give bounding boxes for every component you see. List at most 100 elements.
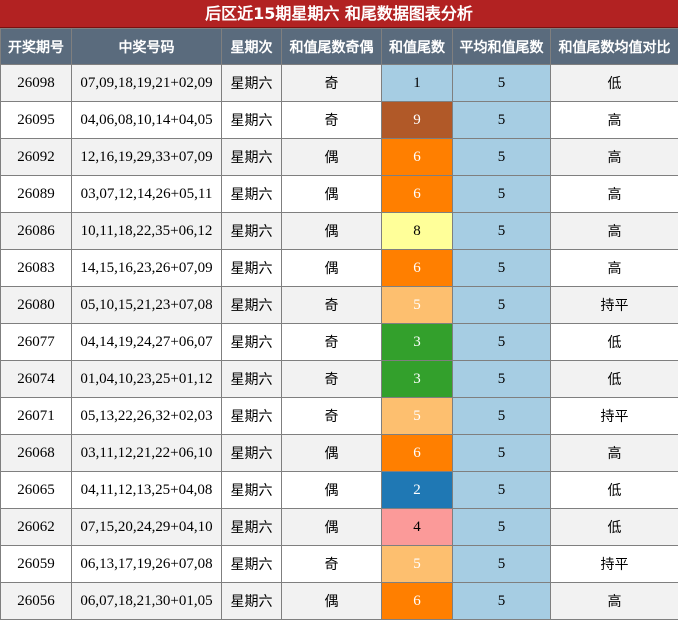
avg-cell: 5 bbox=[453, 361, 551, 398]
issue-cell: 26086 bbox=[1, 213, 72, 250]
numbers-cell: 10,11,18,22,35+06,12 bbox=[72, 213, 222, 250]
tail-cell: 5 bbox=[382, 398, 453, 435]
avg-cell: 5 bbox=[453, 398, 551, 435]
issue-cell: 26083 bbox=[1, 250, 72, 287]
numbers-cell: 12,16,19,29,33+07,09 bbox=[72, 139, 222, 176]
weekday-cell: 星期六 bbox=[222, 65, 282, 102]
table-row: 2609504,06,08,10,14+04,05星期六奇95高 bbox=[1, 102, 678, 139]
tail-cell: 6 bbox=[382, 139, 453, 176]
avg-cell: 5 bbox=[453, 472, 551, 509]
table-row: 2608903,07,12,14,26+05,11星期六偶65高 bbox=[1, 176, 678, 213]
table-row: 2608005,10,15,21,23+07,08星期六奇55持平 bbox=[1, 287, 678, 324]
header-parity: 和值尾数奇偶 bbox=[282, 29, 382, 65]
avg-cell: 5 bbox=[453, 583, 551, 620]
numbers-cell: 04,06,08,10,14+04,05 bbox=[72, 102, 222, 139]
parity-cell: 奇 bbox=[282, 324, 382, 361]
avg-cell: 5 bbox=[453, 287, 551, 324]
table-row: 2607401,04,10,23,25+01,12星期六奇35低 bbox=[1, 361, 678, 398]
parity-cell: 偶 bbox=[282, 250, 382, 287]
compare-cell: 低 bbox=[551, 472, 678, 509]
compare-cell: 高 bbox=[551, 435, 678, 472]
table-row: 2606803,11,12,21,22+06,10星期六偶65高 bbox=[1, 435, 678, 472]
header-issue: 开奖期号 bbox=[1, 29, 72, 65]
parity-cell: 偶 bbox=[282, 176, 382, 213]
numbers-cell: 03,07,12,14,26+05,11 bbox=[72, 176, 222, 213]
tail-cell: 6 bbox=[382, 250, 453, 287]
compare-cell: 高 bbox=[551, 583, 678, 620]
issue-cell: 26056 bbox=[1, 583, 72, 620]
issue-cell: 26089 bbox=[1, 176, 72, 213]
issue-cell: 26065 bbox=[1, 472, 72, 509]
compare-cell: 低 bbox=[551, 65, 678, 102]
numbers-cell: 05,10,15,21,23+07,08 bbox=[72, 287, 222, 324]
data-table: 开奖期号 中奖号码 星期次 和值尾数奇偶 和值尾数 平均和值尾数 和值尾数均值对… bbox=[0, 28, 678, 620]
issue-cell: 26098 bbox=[1, 65, 72, 102]
tail-cell: 3 bbox=[382, 361, 453, 398]
weekday-cell: 星期六 bbox=[222, 324, 282, 361]
table-row: 2605906,13,17,19,26+07,08星期六奇55持平 bbox=[1, 546, 678, 583]
parity-cell: 偶 bbox=[282, 139, 382, 176]
compare-cell: 高 bbox=[551, 176, 678, 213]
table-row: 2606504,11,12,13,25+04,08星期六偶25低 bbox=[1, 472, 678, 509]
weekday-cell: 星期六 bbox=[222, 509, 282, 546]
weekday-cell: 星期六 bbox=[222, 250, 282, 287]
tail-cell: 4 bbox=[382, 509, 453, 546]
tail-cell: 1 bbox=[382, 65, 453, 102]
weekday-cell: 星期六 bbox=[222, 546, 282, 583]
lottery-analysis-table: 后区近15期星期六 和尾数据图表分析 开奖期号 中奖号码 星期次 和值尾数奇偶 … bbox=[0, 0, 678, 618]
tail-cell: 6 bbox=[382, 176, 453, 213]
table-row: 2608610,11,18,22,35+06,12星期六偶85高 bbox=[1, 213, 678, 250]
compare-cell: 高 bbox=[551, 102, 678, 139]
issue-cell: 26080 bbox=[1, 287, 72, 324]
weekday-cell: 星期六 bbox=[222, 435, 282, 472]
numbers-cell: 04,14,19,24,27+06,07 bbox=[72, 324, 222, 361]
avg-cell: 5 bbox=[453, 546, 551, 583]
parity-cell: 奇 bbox=[282, 287, 382, 324]
weekday-cell: 星期六 bbox=[222, 361, 282, 398]
tail-cell: 8 bbox=[382, 213, 453, 250]
table-body: 2609807,09,18,19,21+02,09星期六奇15低2609504,… bbox=[1, 65, 678, 620]
tail-cell: 3 bbox=[382, 324, 453, 361]
avg-cell: 5 bbox=[453, 213, 551, 250]
issue-cell: 26095 bbox=[1, 102, 72, 139]
numbers-cell: 07,15,20,24,29+04,10 bbox=[72, 509, 222, 546]
parity-cell: 偶 bbox=[282, 213, 382, 250]
compare-cell: 高 bbox=[551, 213, 678, 250]
compare-cell: 低 bbox=[551, 324, 678, 361]
header-avg: 平均和值尾数 bbox=[453, 29, 551, 65]
parity-cell: 偶 bbox=[282, 472, 382, 509]
issue-cell: 26077 bbox=[1, 324, 72, 361]
avg-cell: 5 bbox=[453, 139, 551, 176]
table-row: 2606207,15,20,24,29+04,10星期六偶45低 bbox=[1, 509, 678, 546]
compare-cell: 持平 bbox=[551, 287, 678, 324]
table-row: 2609212,16,19,29,33+07,09星期六偶65高 bbox=[1, 139, 678, 176]
issue-cell: 26068 bbox=[1, 435, 72, 472]
compare-cell: 低 bbox=[551, 509, 678, 546]
numbers-cell: 06,07,18,21,30+01,05 bbox=[72, 583, 222, 620]
table-row: 2605606,07,18,21,30+01,05星期六偶65高 bbox=[1, 583, 678, 620]
parity-cell: 偶 bbox=[282, 509, 382, 546]
parity-cell: 奇 bbox=[282, 102, 382, 139]
table-row: 2607704,14,19,24,27+06,07星期六奇35低 bbox=[1, 324, 678, 361]
compare-cell: 高 bbox=[551, 250, 678, 287]
issue-cell: 26059 bbox=[1, 546, 72, 583]
tail-cell: 6 bbox=[382, 583, 453, 620]
compare-cell: 持平 bbox=[551, 398, 678, 435]
tail-cell: 6 bbox=[382, 435, 453, 472]
numbers-cell: 06,13,17,19,26+07,08 bbox=[72, 546, 222, 583]
compare-cell: 持平 bbox=[551, 546, 678, 583]
numbers-cell: 05,13,22,26,32+02,03 bbox=[72, 398, 222, 435]
issue-cell: 26071 bbox=[1, 398, 72, 435]
table-row: 2609807,09,18,19,21+02,09星期六奇15低 bbox=[1, 65, 678, 102]
header-numbers: 中奖号码 bbox=[72, 29, 222, 65]
header-weekday: 星期次 bbox=[222, 29, 282, 65]
parity-cell: 偶 bbox=[282, 435, 382, 472]
weekday-cell: 星期六 bbox=[222, 102, 282, 139]
header-tail: 和值尾数 bbox=[382, 29, 453, 65]
weekday-cell: 星期六 bbox=[222, 472, 282, 509]
weekday-cell: 星期六 bbox=[222, 213, 282, 250]
avg-cell: 5 bbox=[453, 176, 551, 213]
compare-cell: 高 bbox=[551, 139, 678, 176]
compare-cell: 低 bbox=[551, 361, 678, 398]
weekday-cell: 星期六 bbox=[222, 139, 282, 176]
